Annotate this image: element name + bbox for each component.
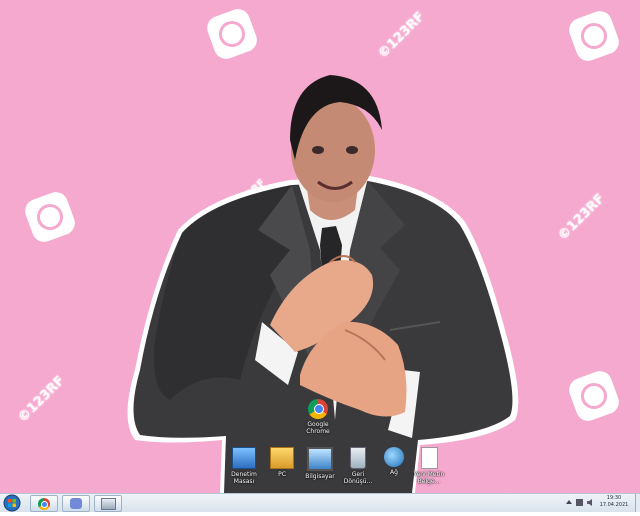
chrome-icon bbox=[308, 399, 328, 419]
desktop-icon-label: Chrome bbox=[306, 428, 330, 435]
control-panel-icon bbox=[232, 447, 256, 469]
folder-pc-icon bbox=[270, 447, 294, 469]
computer-icon bbox=[307, 447, 333, 471]
taskbar-chrome[interactable] bbox=[30, 495, 58, 512]
taskbar-discord[interactable] bbox=[62, 495, 90, 512]
taskbar: 19:30 17.04.2021 bbox=[0, 493, 640, 512]
show-desktop-button[interactable] bbox=[635, 494, 640, 512]
clock-time: 19:30 bbox=[606, 495, 622, 501]
desktop-icon-label: Masası bbox=[233, 478, 255, 485]
desktop-icon-yeni-metin-belgesi[interactable]: Yeni Metin Belge... bbox=[405, 447, 453, 485]
desktop-icon-label: Belge... bbox=[417, 478, 441, 485]
system-tray: 19:30 17.04.2021 bbox=[560, 494, 640, 512]
desktop-icon-label: Dönüşü... bbox=[343, 478, 373, 485]
network-icon bbox=[384, 447, 404, 467]
taskbar-window[interactable] bbox=[94, 495, 122, 512]
volume-tray-icon[interactable] bbox=[587, 499, 592, 506]
windows-orb-icon bbox=[3, 494, 21, 512]
desktop-icon-label: Yeni Metin bbox=[413, 471, 445, 478]
desktop-icon-google-chrome[interactable]: Google Chrome bbox=[294, 399, 342, 435]
network-tray-icon[interactable] bbox=[576, 499, 583, 506]
recycle-bin-icon bbox=[350, 447, 366, 469]
clock[interactable]: 19:30 17.04.2021 bbox=[594, 495, 634, 509]
chrome-icon bbox=[38, 497, 50, 510]
start-button[interactable] bbox=[2, 494, 22, 512]
desktop-icon-label: Google bbox=[307, 421, 329, 428]
text-document-icon bbox=[420, 447, 438, 469]
discord-icon bbox=[70, 498, 82, 509]
clock-date: 17.04.2021 bbox=[599, 502, 629, 508]
tray-arrow-icon[interactable] bbox=[566, 500, 572, 504]
window-icon bbox=[100, 497, 116, 510]
desktop: ©123RF ©123RF ©123RF ©123RF bbox=[0, 0, 640, 493]
